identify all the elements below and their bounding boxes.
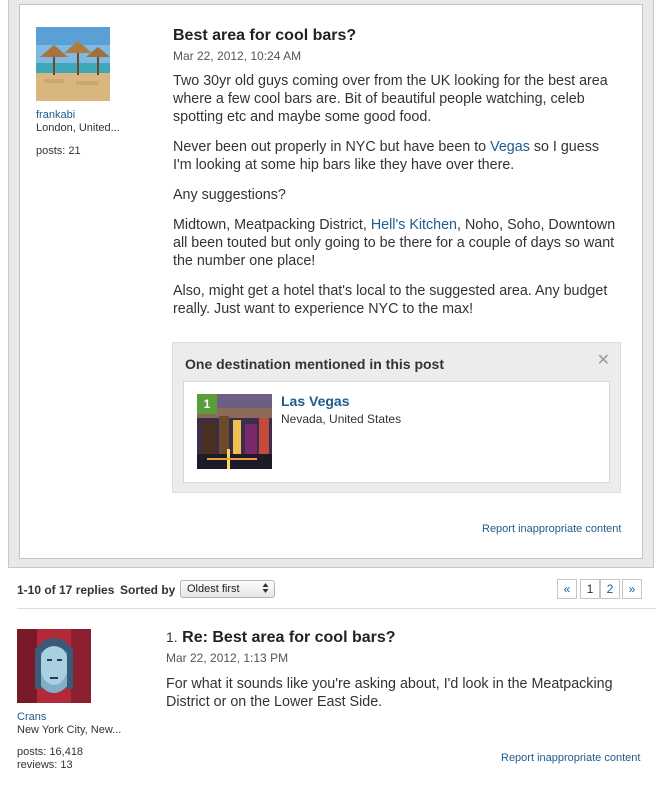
post-paragraph: Two 30yr old guys coming over from the U… xyxy=(173,73,608,125)
reply-number: 1. xyxy=(166,629,178,645)
las-vegas-thumbnail[interactable]: 1 xyxy=(197,394,272,469)
post-paragraph: Midtown, Meatpacking District, Hell's Ki… xyxy=(173,216,618,270)
pagination-page[interactable]: 2 xyxy=(600,579,620,599)
report-link[interactable]: Report inappropriate content xyxy=(482,523,621,535)
pagination-next[interactable]: » xyxy=(622,579,642,599)
destination-location: Nevada, United States xyxy=(281,412,402,426)
destination-name-link[interactable]: Las Vegas xyxy=(281,393,350,409)
user-posts-count: posts: 16,418 xyxy=(17,746,84,758)
close-icon[interactable]: ✕ xyxy=(597,350,610,370)
vegas-link[interactable]: Vegas xyxy=(490,139,530,155)
chevron-updown-icon xyxy=(262,582,269,596)
divider xyxy=(17,608,656,609)
report-link[interactable]: Report inappropriate content xyxy=(501,752,640,764)
original-post-frame: frankabi London, United... posts: 21 Bes… xyxy=(8,0,654,568)
original-post: frankabi London, United... posts: 21 Bes… xyxy=(19,4,643,559)
reply-date: Mar 22, 2012, 1:13 PM xyxy=(166,651,289,665)
user-avatar[interactable] xyxy=(17,629,91,703)
sort-select[interactable]: Oldest first xyxy=(180,580,275,598)
destination-box: One destination mentioned in this post ✕ xyxy=(172,342,621,493)
post-paragraph: Any suggestions? xyxy=(173,187,286,203)
user-reviews-count: reviews: 13 xyxy=(17,759,73,771)
username-link[interactable]: Crans xyxy=(17,711,46,723)
user-location: London, United... xyxy=(36,122,120,134)
reply-paragraph: For what it sounds like you're asking ab… xyxy=(166,676,613,710)
reply-title: 1. Re: Best area for cool bars? xyxy=(166,629,396,647)
post-title: Best area for cool bars? xyxy=(173,27,357,44)
username-link[interactable]: frankabi xyxy=(36,109,75,121)
hells-kitchen-link[interactable]: Hell's Kitchen xyxy=(371,217,457,233)
pagination-prev[interactable]: « xyxy=(557,579,577,599)
post-paragraph: Also, might get a hotel that's local to … xyxy=(173,283,608,317)
replies-bar: 1-10 of 17 replies Sorted by Oldest firs… xyxy=(17,578,657,604)
user-posts-count: posts: 21 xyxy=(36,145,81,157)
replies-count: 1-10 of 17 replies xyxy=(17,583,115,597)
text-span: Midtown, Meatpacking District, xyxy=(173,217,371,233)
sort-select-value: Oldest first xyxy=(187,583,240,595)
pagination-page-current[interactable]: 1 xyxy=(580,579,600,599)
sorted-by-label: Sorted by xyxy=(120,583,176,597)
post-date: Mar 22, 2012, 10:24 AM xyxy=(173,49,302,63)
text-span: Never been out properly in NYC but have … xyxy=(173,139,491,155)
post-body: Two 30yr old guys coming over from the U… xyxy=(173,72,618,330)
post-paragraph: Never been out properly in NYC but have … xyxy=(173,138,618,174)
destination-heading: One destination mentioned in this post xyxy=(185,356,445,372)
reply-body: For what it sounds like you're asking ab… xyxy=(166,675,626,723)
destination-rank-badge: 1 xyxy=(197,394,217,414)
reply-title-text: Re: Best area for cool bars? xyxy=(182,629,396,646)
user-avatar[interactable] xyxy=(36,27,110,101)
user-location: New York City, New... xyxy=(17,724,122,736)
destination-card[interactable]: 1 Las Vegas Nevada, United States xyxy=(183,381,610,483)
